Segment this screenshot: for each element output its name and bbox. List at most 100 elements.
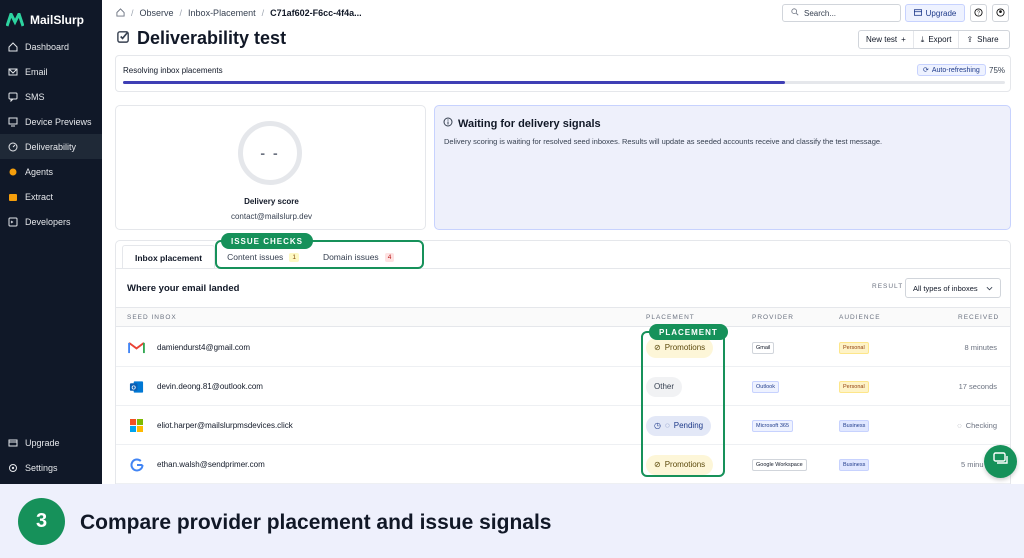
gmail-icon — [128, 328, 145, 367]
help-icon: ? — [974, 7, 983, 19]
progress-track — [123, 81, 1005, 84]
sidebar-item-label: Extract — [25, 191, 54, 202]
sidebar-item-sms[interactable]: SMS — [0, 84, 102, 109]
share-label: Share — [977, 35, 999, 44]
sidebar-item-dashboard[interactable]: Dashboard — [0, 34, 102, 59]
table-row[interactable]: O devin.deong.81@outlook.com Other Outlo… — [116, 367, 1010, 406]
table-row[interactable]: ethan.walsh@sendprimer.com ⊘ Promotions G… — [116, 445, 1010, 484]
sidebar-item-extract[interactable]: Extract — [0, 184, 102, 209]
check-circle-icon: ⊘ — [654, 343, 661, 352]
info-icon — [443, 117, 453, 130]
received-value: 5 minu — [961, 460, 984, 469]
tabs-divider — [116, 268, 1010, 269]
score-value: - - — [260, 145, 280, 161]
seed-email: ethan.walsh@sendprimer.com — [157, 460, 265, 469]
search-placeholder: Search... — [804, 8, 837, 18]
audience-tag: Business — [839, 458, 870, 471]
new-test-button[interactable]: New test + — [859, 31, 913, 48]
mailslurp-logo-icon — [6, 12, 24, 26]
waiting-title: Waiting for delivery signals — [443, 117, 601, 130]
sidebar-item-settings[interactable]: Settings — [0, 455, 102, 480]
brand[interactable]: MailSlurp — [0, 0, 102, 30]
auto-refresh-label: Auto-refreshing — [931, 66, 980, 74]
sidebar-nav: Dashboard Email SMS Device Previews Deli… — [0, 34, 102, 234]
check-circle-icon: ⊘ — [654, 460, 661, 469]
chat-button[interactable] — [984, 445, 1017, 478]
audience-cell: Personal — [839, 328, 869, 367]
progress-panel: Resolving inbox placements ⟳ Auto-refres… — [115, 55, 1011, 92]
waiting-card: Waiting for delivery signals Delivery sc… — [434, 105, 1011, 230]
upgrade-icon — [8, 438, 18, 448]
brand-name: MailSlurp — [30, 12, 85, 27]
svg-text:?: ? — [977, 10, 980, 16]
share-button[interactable]: ⇪ Share — [958, 31, 1005, 48]
terminal-icon — [8, 217, 18, 227]
refresh-icon: ⟳ — [923, 67, 929, 74]
search-input[interactable]: Search... — [782, 4, 901, 22]
tab-inbox-placement[interactable]: Inbox placement — [122, 245, 216, 269]
chat-icon — [992, 452, 1009, 471]
sidebar-item-device-previews[interactable]: Device Previews — [0, 109, 102, 134]
user-icon — [996, 7, 1005, 19]
provider-tag: Microsoft 365 — [752, 419, 794, 432]
outlook-icon: O — [129, 367, 144, 406]
provider-cell: Microsoft 365 — [752, 406, 794, 445]
sidebar: MailSlurp Dashboard Email SMS Device Pre… — [0, 0, 102, 484]
tab-label: Inbox placement — [135, 252, 203, 263]
google-icon — [130, 445, 144, 484]
device-icon — [8, 117, 18, 127]
column-seed-inbox: SEED INBOX — [127, 314, 177, 321]
audience-cell: Business — [839, 445, 870, 484]
received-value: 8 minutes — [964, 343, 997, 352]
account-button[interactable] — [992, 4, 1009, 22]
breadcrumb-inbox-placement[interactable]: Inbox-Placement — [188, 8, 256, 18]
placement-panel: Inbox placement Content issues 1 Domain … — [115, 240, 1011, 490]
result-filter-select[interactable]: All types of inboxes — [905, 278, 1001, 298]
extract-icon — [8, 192, 18, 202]
upgrade-button[interactable]: Upgrade — [905, 4, 965, 22]
provider-tag: Google Workspace — [752, 458, 807, 471]
table-row[interactable]: eliot.harper@mailslurpmsdevices.click ◷ ◌… — [116, 406, 1010, 445]
table-row[interactable]: damiendurst4@gmail.com ⊘ Promotions Gmail… — [116, 328, 1010, 367]
table-heading: Where your email landed — [127, 283, 240, 294]
sidebar-item-upgrade[interactable]: Upgrade — [0, 430, 102, 455]
provider-cell: Google Workspace — [752, 445, 807, 484]
sidebar-item-agents[interactable]: Agents — [0, 159, 102, 184]
seed-email: devin.deong.81@outlook.com — [157, 382, 263, 391]
sidebar-item-developers[interactable]: Developers — [0, 209, 102, 234]
sidebar-item-email[interactable]: Email — [0, 59, 102, 84]
new-test-label: New test — [866, 35, 898, 44]
export-button[interactable]: ⤓ Export — [912, 31, 959, 48]
audience-tag: Business — [839, 419, 870, 432]
help-button[interactable]: ? — [970, 4, 987, 22]
placement-cell: Other — [646, 367, 683, 406]
tab-domain-issues[interactable]: Domain issues 4 — [311, 245, 406, 269]
waiting-description: Delivery scoring is waiting for resolved… — [444, 137, 883, 146]
home-icon — [8, 41, 18, 52]
delivery-score-card: - - Delivery score contact@mailslurp.dev — [115, 105, 426, 230]
result-label: RESULT — [872, 283, 904, 290]
message-icon — [8, 92, 18, 102]
search-icon — [791, 8, 799, 18]
sidebar-item-label: Developers — [25, 216, 71, 227]
auto-refresh-badge: ⟳ Auto-refreshing — [917, 64, 986, 76]
placement-pill: ⊘ Promotions — [646, 337, 714, 358]
tab-label: Domain issues — [322, 252, 379, 262]
provider-cell: Outlook — [752, 367, 779, 406]
sender-email: contact@mailslurp.dev — [230, 212, 313, 221]
sidebar-item-deliverability[interactable]: Deliverability — [0, 134, 102, 159]
breadcrumb-separator: / — [131, 8, 134, 18]
spinner-icon: ◌ — [664, 421, 670, 430]
placement-label: Other — [654, 382, 675, 391]
received-value: 17 seconds — [958, 382, 997, 391]
issue-checks-callout: ISSUE CHECKS — [221, 233, 314, 249]
result-filter-value: All types of inboxes — [913, 283, 978, 293]
column-received: RECEIVED — [958, 314, 1000, 321]
sidebar-item-label: Email — [25, 66, 48, 77]
table-header: SEED INBOX PLACEMENT PROVIDER AUDIENCE R… — [116, 307, 1010, 327]
placement-pill: ◷ ◌ Pending — [646, 415, 712, 436]
breadcrumb: / Observe / Inbox-Placement / C71af602-F… — [116, 7, 362, 19]
home-icon[interactable] — [116, 7, 125, 19]
step-number: 3 — [18, 498, 65, 545]
breadcrumb-observe[interactable]: Observe — [140, 8, 174, 18]
